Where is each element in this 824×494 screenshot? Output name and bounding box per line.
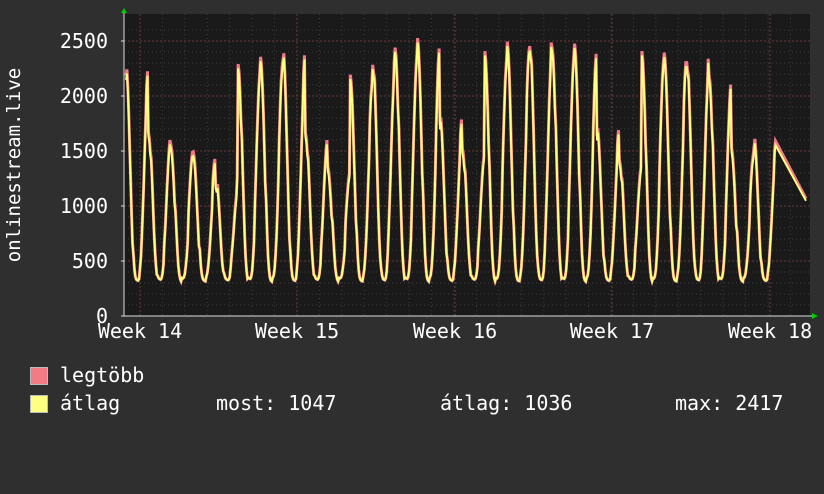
legend-item-max: legtöbb [30,362,144,388]
x-tick-label: Week 14 [98,319,182,340]
x-tick-label: Week 16 [413,319,497,340]
x-tick-label: Week 15 [255,319,339,340]
x-axis-arrow [812,313,818,319]
y-tick-label: 2500 [60,29,108,53]
legend-item-avg: átlag [30,390,120,416]
legend-label-max: legtöbb [60,363,145,387]
traffic-chart: 05001000150020002500Week 14 Week 15 Week 1… [3,8,818,340]
max-swatch [30,367,48,385]
x-tick-label: Week 17 [570,319,654,340]
stat-max: max: 2417 [675,391,784,415]
x-tick-label: Week 18 [728,319,812,340]
legend-label-avg: átlag [60,391,121,415]
avg-swatch [30,395,48,413]
y-tick-label: 1000 [60,194,108,218]
y-tick-label: 1500 [60,139,108,163]
stat-average: átlag: 1036 [440,391,573,415]
legend: legtöbb átlag most: 1047 átlag: 1036 max… [30,362,820,422]
y-axis-label: onlinestream.live [3,68,25,262]
stat-now: most: 1047 [216,391,337,415]
y-tick-label: 500 [72,249,108,273]
y-tick-label: 2000 [60,84,108,108]
y-axis-arrow [121,8,127,13]
